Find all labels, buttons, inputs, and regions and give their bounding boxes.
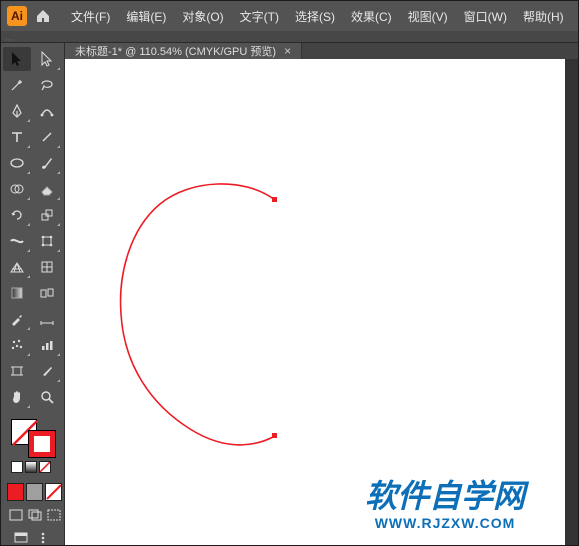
main-area: 未标题-1* @ 110.54% (CMYK/GPU 预览) × 软件自学网 W… xyxy=(1,43,578,545)
brush-tool[interactable] xyxy=(33,151,61,175)
watermark-text-cn: 软件自学网 xyxy=(365,471,525,517)
draw-mode-row xyxy=(3,507,62,523)
menu-object[interactable]: 对象(O) xyxy=(174,4,231,29)
artboard[interactable]: 软件自学网 WWW.RJZXW.COM xyxy=(65,59,565,545)
control-strip: ::: xyxy=(1,31,578,43)
fill-stroke-control[interactable] xyxy=(3,415,62,477)
document-area: 未标题-1* @ 110.54% (CMYK/GPU 预览) × 软件自学网 W… xyxy=(65,43,578,545)
menu-select[interactable]: 选择(S) xyxy=(287,4,343,29)
eraser-tool[interactable] xyxy=(33,177,61,201)
menu-view[interactable]: 视图(V) xyxy=(400,4,456,29)
tools-panel xyxy=(1,43,65,545)
slice-tool[interactable] xyxy=(33,359,61,383)
document-tab-title: 未标题-1* @ 110.54% (CMYK/GPU 预览) xyxy=(75,43,276,59)
close-icon[interactable]: × xyxy=(284,44,291,58)
edit-toolbar-icon[interactable] xyxy=(33,529,53,545)
eyedropper-tool[interactable] xyxy=(3,307,31,331)
width-tool[interactable] xyxy=(3,229,31,253)
swap-colors-icon[interactable] xyxy=(25,461,37,473)
app-root: Ai 文件(F) 编辑(E) 对象(O) 文字(T) 选择(S) 效果(C) 视… xyxy=(0,0,579,546)
draw-behind-icon[interactable] xyxy=(26,507,43,523)
direct-selection-tool[interactable] xyxy=(33,47,61,71)
screen-mode-icon[interactable] xyxy=(11,529,31,545)
mesh-tool[interactable] xyxy=(33,255,61,279)
artboard-tool[interactable] xyxy=(3,359,31,383)
perspective-grid-tool[interactable] xyxy=(3,255,31,279)
tab-bar: 未标题-1* @ 110.54% (CMYK/GPU 预览) × xyxy=(65,43,578,59)
selection-tool[interactable] xyxy=(3,47,31,71)
menu-help[interactable]: 帮助(H) xyxy=(515,4,572,29)
draw-normal-icon[interactable] xyxy=(7,507,24,523)
hand-tool[interactable] xyxy=(3,385,31,409)
ellipse-tool[interactable] xyxy=(3,151,31,175)
document-tab[interactable]: 未标题-1* @ 110.54% (CMYK/GPU 预览) × xyxy=(65,43,302,59)
lasso-tool[interactable] xyxy=(33,73,61,97)
free-transform-tool[interactable] xyxy=(33,229,61,253)
draw-inside-icon[interactable] xyxy=(45,507,62,523)
shape-builder-tool[interactable] xyxy=(3,177,31,201)
line-tool[interactable] xyxy=(33,125,61,149)
drawn-curve-path[interactable] xyxy=(121,184,275,445)
measure-tool[interactable] xyxy=(33,307,61,331)
stroke-swatch[interactable] xyxy=(29,431,55,457)
menu-window[interactable]: 窗口(W) xyxy=(456,4,515,29)
type-tool[interactable] xyxy=(3,125,31,149)
menu-effect[interactable]: 效果(C) xyxy=(343,4,400,29)
none-color-icon[interactable] xyxy=(39,461,51,473)
watermark-text-url: WWW.RJZXW.COM xyxy=(365,515,525,531)
swatch-gray[interactable] xyxy=(26,483,43,501)
watermark: 软件自学网 WWW.RJZXW.COM xyxy=(365,471,525,531)
swatch-none[interactable] xyxy=(45,483,62,501)
curvature-tool[interactable] xyxy=(33,99,61,123)
menu-edit[interactable]: 编辑(E) xyxy=(118,4,174,29)
menubar: 文件(F) 编辑(E) 对象(O) 文字(T) 选择(S) 效果(C) 视图(V… xyxy=(63,4,572,29)
pen-tool[interactable] xyxy=(3,99,31,123)
screen-mode-row xyxy=(3,529,62,545)
blend-tool[interactable] xyxy=(33,281,61,305)
default-colors-icon[interactable] xyxy=(11,461,23,473)
menu-file[interactable]: 文件(F) xyxy=(63,4,118,29)
zoom-tool[interactable] xyxy=(33,385,61,409)
graph-tool[interactable] xyxy=(33,333,61,357)
anchor-point-end[interactable] xyxy=(272,433,277,438)
gradient-tool[interactable] xyxy=(3,281,31,305)
rotate-tool[interactable] xyxy=(3,203,31,227)
menu-text[interactable]: 文字(T) xyxy=(232,4,287,29)
app-logo: Ai xyxy=(7,6,27,26)
magic-wand-tool[interactable] xyxy=(3,73,31,97)
scale-tool[interactable] xyxy=(33,203,61,227)
anchor-point-start[interactable] xyxy=(272,197,277,202)
titlebar: Ai 文件(F) 编辑(E) 对象(O) 文字(T) 选择(S) 效果(C) 视… xyxy=(1,1,578,31)
color-swatch-row xyxy=(3,483,62,501)
canvas-wrap: 软件自学网 WWW.RJZXW.COM xyxy=(65,59,578,545)
symbol-sprayer-tool[interactable] xyxy=(3,333,31,357)
home-icon[interactable] xyxy=(33,6,53,26)
swatch-red[interactable] xyxy=(7,483,24,501)
